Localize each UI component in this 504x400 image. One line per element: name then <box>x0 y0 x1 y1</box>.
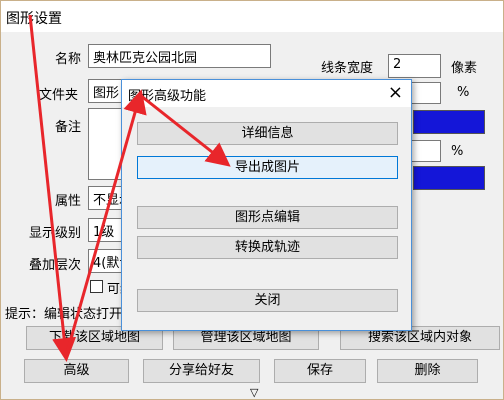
name-input[interactable]: 奥林匹克公园北园 <box>88 44 271 68</box>
detail-info-button[interactable]: 详细信息 <box>137 122 398 145</box>
save-button[interactable]: 保存 <box>274 359 366 383</box>
percent-label-2: % <box>451 144 464 159</box>
name-label: 名称 <box>55 52 82 67</box>
expand-down-icon[interactable]: ▽ <box>250 386 258 399</box>
line-color-swatch[interactable] <box>413 110 485 134</box>
convert-to-track-button[interactable]: 转换成轨迹 <box>137 236 398 259</box>
line-width-input[interactable]: 2 <box>388 54 441 78</box>
fill-opacity-input[interactable] <box>411 140 441 162</box>
window-titlebar: 图形设置 <box>1 1 503 33</box>
advanced-button[interactable]: 高级 <box>24 359 129 383</box>
note-label: 备注 <box>55 120 82 135</box>
dialog-titlebar: 图形高级功能 × <box>122 80 411 107</box>
advanced-functions-dialog: 图形高级功能 × 详细信息 导出成图片 图形点编辑 转换成轨迹 关闭 <box>121 79 412 331</box>
attribute-label: 属性 <box>55 194 82 209</box>
close-icon[interactable]: × <box>388 82 403 104</box>
shape-point-edit-button[interactable]: 图形点编辑 <box>137 206 398 229</box>
window-title: 图形设置 <box>6 11 62 27</box>
line-width-label: 线条宽度 <box>321 61 374 76</box>
folder-label: 文件夹 <box>39 88 79 103</box>
line-opacity-input[interactable] <box>411 82 441 104</box>
overlay-level-label: 叠加层次 <box>29 258 82 273</box>
dialog-title: 图形高级功能 <box>128 89 207 104</box>
dialog-close-button[interactable]: 关闭 <box>137 289 398 312</box>
hint-text: 提示：编辑状态打开 <box>5 307 123 322</box>
delete-button[interactable]: 删除 <box>377 359 478 383</box>
editable-checkbox[interactable] <box>90 280 103 293</box>
export-image-button[interactable]: 导出成图片 <box>137 156 398 179</box>
display-level-label: 显示级别 <box>29 226 82 241</box>
share-button[interactable]: 分享给好友 <box>143 359 260 383</box>
fill-color-swatch[interactable] <box>413 166 485 190</box>
percent-label-1: % <box>457 85 470 100</box>
line-width-unit: 像素 <box>451 61 478 76</box>
